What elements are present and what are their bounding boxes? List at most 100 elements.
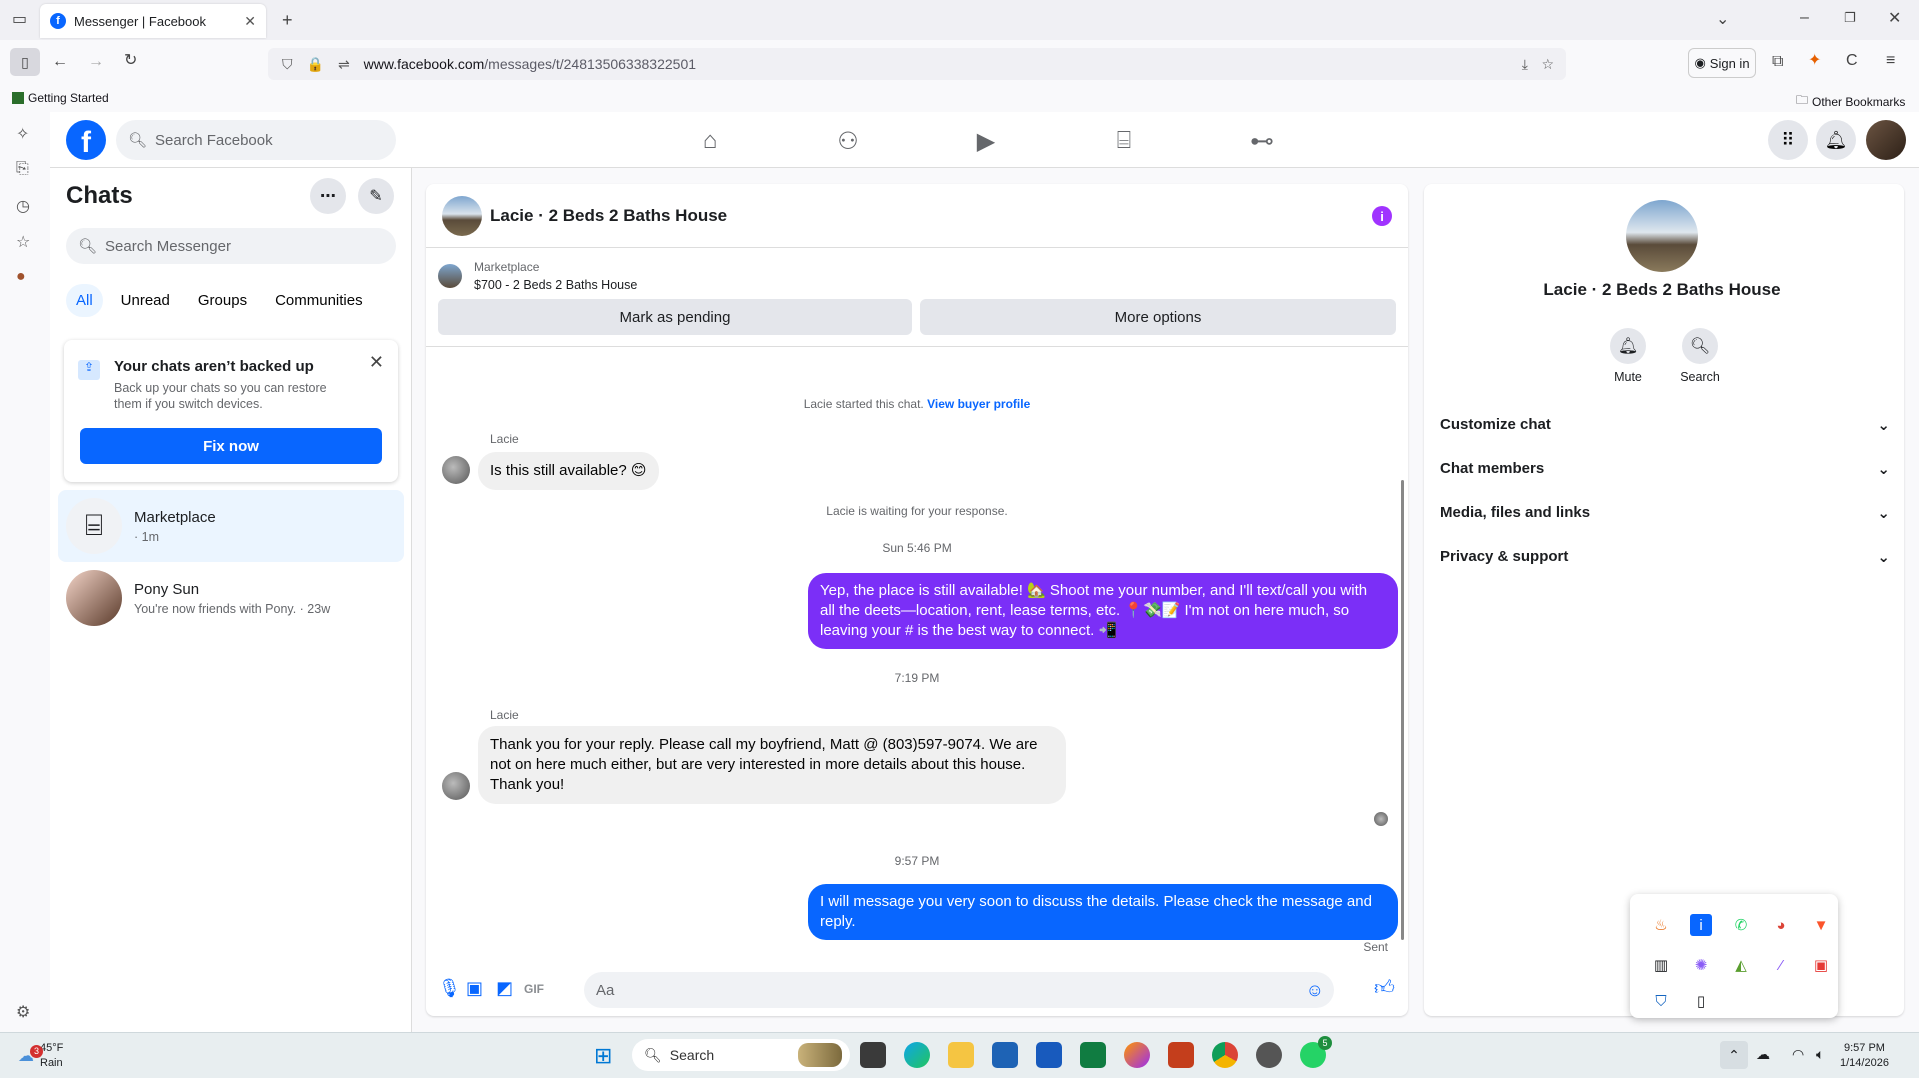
- mute-button[interactable]: 🔔︎ Mute: [1598, 328, 1658, 384]
- message-bubble-outgoing[interactable]: I will message you very soon to discuss …: [808, 884, 1398, 940]
- menu-icon[interactable]: ≡: [1886, 53, 1895, 69]
- message-input[interactable]: Aa ☺: [584, 972, 1334, 1008]
- facebook-search-input[interactable]: 🔍︎ Search Facebook: [116, 120, 396, 160]
- notifications-bell-icon[interactable]: 🔔︎: [1816, 120, 1856, 160]
- restore-icon[interactable]: ❐: [1844, 11, 1856, 24]
- task-view-icon[interactable]: [860, 1042, 886, 1068]
- mark-as-pending-button[interactable]: Mark as pending: [438, 299, 912, 335]
- gif-icon[interactable]: GIF: [524, 982, 544, 996]
- security-shield-icon[interactable]: ⛉: [1650, 990, 1672, 1012]
- close-icon[interactable]: ✕: [369, 352, 384, 373]
- back-icon[interactable]: ←: [52, 54, 68, 70]
- photo-icon[interactable]: ▣: [466, 978, 483, 999]
- tray-overflow-chevron-icon[interactable]: ⌃: [1720, 1041, 1748, 1069]
- more-options-icon[interactable]: ⋯: [310, 178, 346, 214]
- tab-overflow-chevron-icon[interactable]: ⌄: [1716, 12, 1729, 28]
- edge-icon[interactable]: [904, 1042, 930, 1068]
- weather-widget[interactable]: ☁ 3 45°F Rain: [18, 1041, 63, 1071]
- more-options-button[interactable]: More options: [920, 299, 1396, 335]
- conversation-title[interactable]: Lacie · 2 Beds 2 Baths House: [490, 206, 727, 226]
- extensions-icon[interactable]: ⧉: [1772, 54, 1783, 70]
- message-bubble-outgoing[interactable]: Yep, the place is still available! 🏡 Sho…: [808, 573, 1398, 649]
- listing-avatar[interactable]: [442, 195, 482, 236]
- filter-unread[interactable]: Unread: [111, 284, 180, 317]
- messenger-search-input[interactable]: 🔍︎ Search Messenger: [66, 228, 396, 264]
- section-customize-chat[interactable]: Customize chat ⌄: [1440, 416, 1890, 434]
- chrome-taskbar-icon[interactable]: [1212, 1042, 1238, 1068]
- download-page-icon[interactable]: ⤓: [1522, 56, 1528, 73]
- sticker-icon[interactable]: ◩: [496, 978, 513, 999]
- whatsapp-icon[interactable]: ✆: [1730, 914, 1752, 936]
- section-chat-members[interactable]: Chat members ⌄: [1440, 460, 1890, 478]
- minimize-icon[interactable]: –: [1800, 10, 1809, 26]
- volume-icon[interactable]: 🔈︎: [1816, 1046, 1824, 1063]
- reload-icon[interactable]: ↻: [124, 53, 137, 69]
- chat-item-pony-sun[interactable]: Pony Sun You're now friends with Pony. ·…: [58, 562, 404, 634]
- search-button[interactable]: 🔍︎ Search: [1670, 328, 1730, 384]
- filter-all[interactable]: All: [66, 284, 103, 317]
- taskbar-search[interactable]: 🔍︎ Search: [632, 1039, 850, 1071]
- tab-list-icon[interactable]: ▭: [12, 12, 27, 28]
- ai-sparkle-icon[interactable]: ✧: [16, 124, 29, 144]
- cookie-icon[interactable]: ●: [16, 268, 26, 286]
- sign-in-button[interactable]: ◉ Sign in: [1688, 48, 1756, 78]
- history-icon[interactable]: ◷: [16, 196, 30, 216]
- usb-device-icon[interactable]: ▥: [1650, 954, 1672, 976]
- extension-c-icon[interactable]: C: [1846, 53, 1858, 69]
- new-tab-icon[interactable]: +: [282, 11, 293, 29]
- system-clock[interactable]: 9:57 PM 1/14/2026: [1840, 1041, 1889, 1071]
- file-explorer-icon[interactable]: [948, 1042, 974, 1068]
- bookmark-getting-started[interactable]: Getting Started: [12, 91, 109, 105]
- chat-item-marketplace[interactable]: ⌸ Marketplace · 1m: [58, 490, 404, 562]
- message-bubble-incoming[interactable]: Is this still available? 😊: [478, 452, 659, 490]
- extension-fire-icon[interactable]: ✦: [1808, 53, 1821, 69]
- filter-groups[interactable]: Groups: [188, 284, 257, 317]
- microsoft-store-icon[interactable]: [992, 1042, 1018, 1068]
- bookmark-star-icon[interactable]: ☆: [1541, 56, 1554, 73]
- nvidia-icon[interactable]: ◭: [1730, 954, 1752, 976]
- scrollbar[interactable]: [1401, 480, 1404, 940]
- sidebar-toggle-icon[interactable]: ▯: [10, 48, 40, 76]
- cloud-offline-icon[interactable]: ☁: [1756, 1046, 1770, 1063]
- wifi-icon[interactable]: ◠: [1792, 1046, 1804, 1063]
- brave-icon[interactable]: ▼: [1810, 914, 1832, 936]
- word-icon[interactable]: [1036, 1042, 1062, 1068]
- gaming-icon[interactable]: ⊷: [1242, 126, 1282, 156]
- info-icon[interactable]: i: [1372, 206, 1392, 226]
- microphone-icon[interactable]: 🎙︎: [438, 978, 461, 999]
- marketplace-listing[interactable]: Marketplace $700 - 2 Beds 2 Baths House: [438, 260, 637, 292]
- copilot-icon[interactable]: ✺: [1690, 954, 1712, 976]
- forward-icon[interactable]: →: [88, 54, 104, 70]
- app-taskbar-icon[interactable]: [1256, 1042, 1282, 1068]
- facebook-logo-icon[interactable]: f: [66, 120, 106, 160]
- menu-grid-icon[interactable]: ⠿: [1768, 120, 1808, 160]
- settings-gear-icon[interactable]: ⚙: [16, 1002, 30, 1022]
- tab-close-icon[interactable]: ✕: [244, 13, 256, 30]
- bookmarks-star-icon[interactable]: ☆: [16, 232, 30, 252]
- firefox-taskbar-icon[interactable]: [1124, 1042, 1150, 1068]
- like-thumb-icon[interactable]: 👍︎: [1374, 976, 1395, 1000]
- avatar[interactable]: [442, 456, 470, 484]
- fix-now-button[interactable]: Fix now: [80, 428, 382, 464]
- home-icon[interactable]: ⌂: [690, 126, 730, 156]
- windows-start-icon[interactable]: ⊞: [594, 1043, 612, 1069]
- whatsapp-taskbar-icon[interactable]: 5: [1300, 1036, 1332, 1068]
- view-buyer-profile-link[interactable]: View buyer profile: [927, 397, 1030, 411]
- excel-icon[interactable]: [1080, 1042, 1106, 1068]
- synced-tabs-icon[interactable]: ⎘: [16, 160, 29, 178]
- marketplace-icon[interactable]: ⌸: [1104, 126, 1144, 156]
- window-close-icon[interactable]: ✕: [1888, 11, 1901, 27]
- friends-icon[interactable]: ⚇: [828, 126, 868, 156]
- section-media-files-links[interactable]: Media, files and links ⌄: [1440, 504, 1890, 522]
- other-bookmarks[interactable]: 🗀 Other Bookmarks: [1796, 91, 1905, 112]
- info-app-icon[interactable]: i: [1690, 914, 1712, 936]
- profile-avatar[interactable]: [1866, 120, 1906, 160]
- new-message-icon[interactable]: ✎: [358, 178, 394, 214]
- chrome-icon[interactable]: ◕: [1770, 914, 1792, 936]
- filter-communities[interactable]: Communities: [265, 284, 373, 317]
- adobe-icon[interactable]: ▣: [1810, 954, 1832, 976]
- avatar[interactable]: [442, 772, 470, 800]
- video-icon[interactable]: ▶: [966, 126, 1006, 156]
- browser-tab-messenger[interactable]: f Messenger | Facebook ✕: [40, 4, 266, 38]
- url-bar[interactable]: ⛉ 🔒 ⇌ www.facebook.com/messages/t/248135…: [268, 48, 1566, 80]
